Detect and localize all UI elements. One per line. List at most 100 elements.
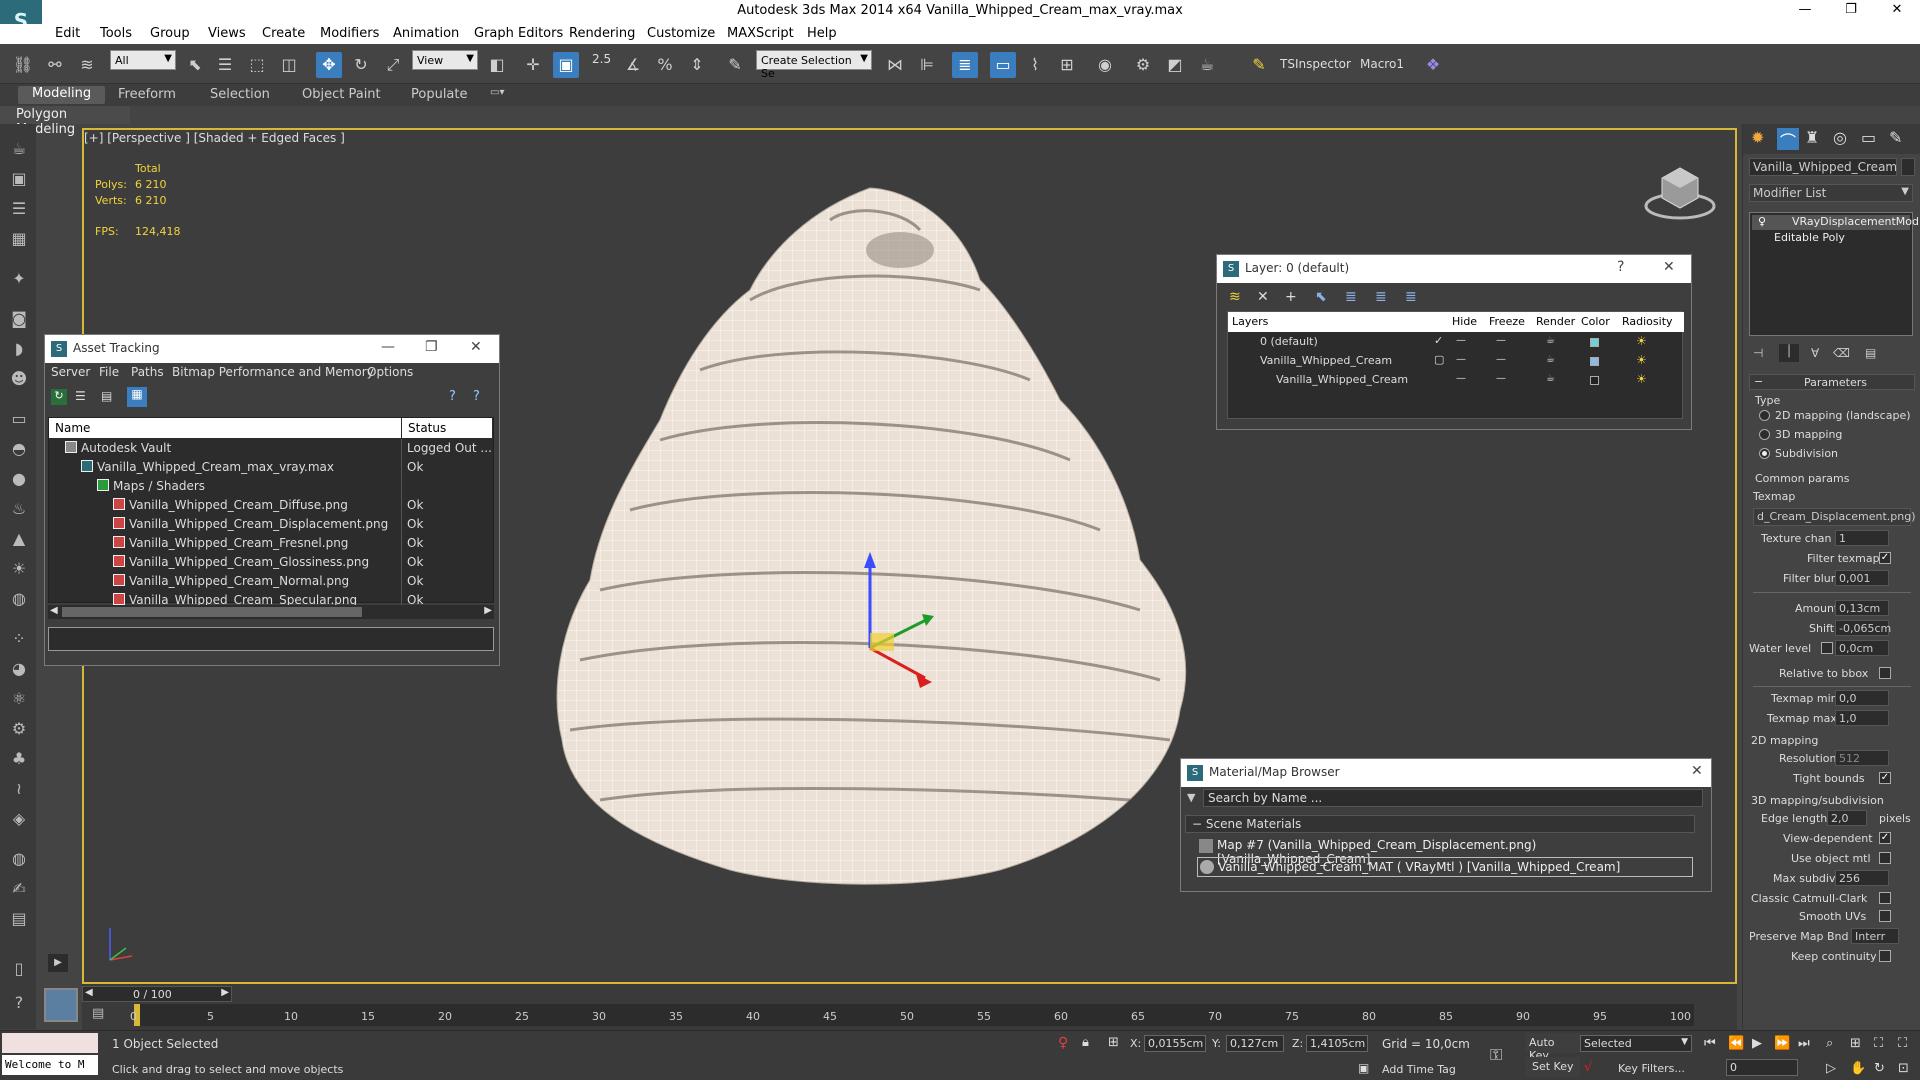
rect-selection-icon[interactable]: ⬚ [244,52,270,78]
reactor-icon[interactable]: ⚛ [8,688,30,710]
texmap-button[interactable]: d_Cream_Displacement.png) [1753,508,1916,526]
menu-customize[interactable]: Customize [647,26,715,41]
keyboard-shortcut-override-icon[interactable]: ▣ [553,52,579,78]
ball-icon[interactable]: ◍ [8,588,30,610]
asset-restore-button[interactable]: ❐ [425,339,438,355]
make-unique-icon[interactable]: ∀ [1811,346,1819,360]
texmap-min-field[interactable]: 0,0 [1835,690,1889,706]
menu-tools[interactable]: Tools [100,26,132,41]
asset-help-icon[interactable]: ? [449,389,456,404]
tab-modeling[interactable]: Modeling [18,86,106,104]
classic-cc-checkbox[interactable] [1879,892,1891,904]
select-rotate-icon[interactable]: ↻ [348,52,374,78]
window-crossing-icon[interactable]: ◫ [276,52,302,78]
layer-col-color[interactable]: Color [1581,315,1610,328]
next-frame-icon[interactable]: ⏩ [1774,1036,1790,1051]
auto-key-button[interactable]: Auto Key [1526,1033,1580,1062]
texture-chan-field[interactable]: 1 [1835,530,1889,546]
named-selection-select[interactable]: Create Selection Se ▼ [756,50,872,80]
edge-length-field[interactable]: 2,0 [1827,810,1867,826]
shift-field[interactable]: -0,065cm [1835,620,1891,636]
script-icon[interactable]: ✍ [8,878,30,900]
time-slider[interactable]: ◀ 0 / 100 ▶ [82,986,232,1002]
mini-curve-toggle-icon[interactable]: ▤ [92,1006,104,1021]
filter-texmap-checkbox[interactable]: ✓ [1879,552,1891,564]
select-scale-icon[interactable]: ⤢ [380,52,406,78]
viewport-icon[interactable]: ▤ [8,908,30,930]
previous-frame-icon[interactable]: ⏪ [1728,1036,1744,1051]
asset-menu-server[interactable]: Server [51,365,90,379]
cloth-icon[interactable]: ◈ [8,808,30,830]
absolute-mode-icon[interactable]: ⊞ [1108,1035,1119,1050]
stack-item-editable-poly[interactable]: Editable Poly [1752,231,1910,246]
view-cube[interactable] [1640,156,1720,226]
unlink-icon[interactable]: ⚯ [42,52,68,78]
asset-menu-bitmap-performance[interactable]: Bitmap Performance and Memory [172,365,374,379]
restore-button[interactable]: ❐ [1828,2,1874,17]
teapot-small-icon[interactable]: ♨ [8,498,30,520]
hemisphere-icon[interactable]: ◓ [8,438,30,460]
select-object-icon[interactable]: ⬉ [182,52,208,78]
timeline[interactable]: ◀ 0 / 100 ▶ 0 5 10 15 20 25 30 35 40 45 50 55 60 65 70… [82,984,1737,1030]
speaker-icon[interactable]: ◗ [8,338,30,360]
material-browser-titlebar[interactable]: S Material/Map Browser ✕ [1181,759,1711,787]
percent-snap-icon[interactable]: % [652,52,678,78]
pivot-center-icon[interactable]: ◧ [484,52,510,78]
bulb-icon[interactable]: ♀ [1758,215,1766,228]
key-filters-button[interactable]: Key Filters... [1618,1062,1685,1075]
hide-toggle[interactable]: — [1456,335,1466,346]
move-gizmo[interactable] [850,548,950,698]
relative-bbox-checkbox[interactable] [1879,667,1891,679]
mirror-icon[interactable]: ⋈ [882,52,908,78]
filter-blur-field[interactable]: 0,001 [1835,570,1889,586]
render-icon[interactable]: ▣ [8,168,30,190]
render-teapot-icon[interactable]: ☕ [1546,335,1555,346]
set-key-button[interactable]: Set Key [1526,1057,1580,1077]
menu-modifiers[interactable]: Modifiers [320,26,379,41]
amount-field[interactable]: 0,13cm [1835,600,1889,616]
bind-spacewarp-icon[interactable]: ≋ [74,52,100,78]
mini-curve-editor-icon[interactable] [44,988,78,1022]
minimize-button[interactable]: — [1782,2,1828,17]
asset-row[interactable]: Vanilla_Whipped_Cream_Displacement.png Ok [49,515,495,534]
layer-col-hide[interactable]: Hide [1452,315,1477,328]
layer-row[interactable]: Vanilla_Whipped_Cream — — ☕ ☀ [1228,371,1684,390]
scene-materials-header[interactable]: − Scene Materials [1185,815,1695,833]
hide-toggle[interactable]: — [1456,354,1466,365]
add-to-layer-icon[interactable]: + [1285,289,1297,305]
link-icon[interactable]: ⛓ [10,52,36,78]
preserve-map-select[interactable]: Interr [1851,928,1899,944]
asset-row[interactable]: Autodesk Vault Logged Out ... [49,439,495,458]
layer-row[interactable]: Vanilla_Whipped_Cream ▢ — — ☕ ☀ [1228,352,1684,371]
add-time-tag-icon[interactable]: ▣ [1358,1061,1369,1075]
material-icon[interactable]: ◕ [8,658,30,680]
x-coordinate-field[interactable]: 0,0155cm [1144,1035,1206,1052]
angle-snap-icon[interactable]: ∡ [620,52,646,78]
gear-icon[interactable]: ⚙ [8,718,30,740]
keep-continuity-checkbox[interactable] [1879,950,1891,962]
render-production-icon[interactable]: ☕ [1194,52,1220,78]
z-coordinate-field[interactable]: 1,4105cm [1306,1035,1368,1052]
viewport-label[interactable]: [+] [Perspective ] [Shaded + Edged Faces… [84,131,345,145]
menu-views[interactable]: Views [208,26,246,41]
menu-help[interactable]: Help [807,26,837,41]
macro-label[interactable]: Macro1 [1360,57,1404,71]
layer-col-radiosity[interactable]: Radiosity [1622,315,1673,328]
graphite-toggle-icon[interactable]: ▭ [990,52,1016,78]
menu-animation[interactable]: Animation [393,26,459,41]
asset-col-name[interactable]: Name [49,418,401,438]
layer-panel-titlebar[interactable]: S Layer: 0 (default) ? ✕ [1217,255,1691,283]
render-teapot-icon[interactable]: ☕ [1546,373,1555,384]
asset-close-button[interactable]: ✕ [470,339,482,355]
new-layer-icon[interactable]: ≋ [1229,289,1241,305]
current-frame-field[interactable]: 0 [1726,1059,1798,1076]
asset-row[interactable]: Vanilla_Whipped_Cream_Fresnel.png Ok [49,534,495,553]
select-move-icon[interactable]: ✥ [316,52,342,78]
pin-stack-icon[interactable]: ⊣ [1753,346,1763,360]
freeze-toggle[interactable]: — [1496,373,1506,384]
menu-create[interactable]: Create [262,26,305,41]
menu-rendering[interactable]: Rendering [569,26,635,41]
select-in-layer-icon[interactable]: ⬉ [1315,289,1327,305]
maxscript-listener[interactable] [2,1033,98,1053]
modify-tab-icon[interactable]: ⌒ [1777,128,1799,151]
